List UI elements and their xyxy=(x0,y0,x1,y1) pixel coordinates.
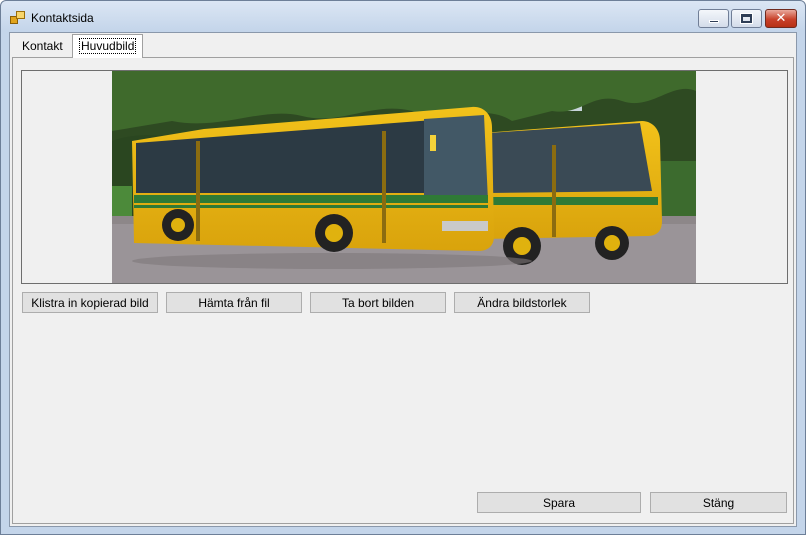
minimize-button[interactable] xyxy=(698,9,729,28)
close-window-button[interactable]: ✕ xyxy=(765,9,797,28)
paste-image-button[interactable]: Klistra in kopierad bild xyxy=(22,292,158,313)
save-button[interactable]: Spara xyxy=(477,492,641,513)
app-icon xyxy=(10,11,26,25)
tab-page-huvudbild: Klistra in kopierad bild Hämta från fil … xyxy=(12,57,794,524)
bus-photo xyxy=(112,71,696,283)
remove-image-button[interactable]: Ta bort bilden xyxy=(310,292,446,313)
tab-huvudbild-label: Huvudbild xyxy=(79,38,137,54)
load-from-file-button[interactable]: Hämta från fil xyxy=(166,292,302,313)
maximize-icon xyxy=(740,13,753,24)
tab-kontakt-label: Kontakt xyxy=(22,39,63,53)
client-area: Kontakt Huvudbild Klistra in kopierad bi… xyxy=(9,32,797,527)
picture-box[interactable] xyxy=(21,70,788,284)
maximize-button[interactable] xyxy=(731,9,762,28)
tab-huvudbild[interactable]: Huvudbild xyxy=(72,34,144,58)
tab-kontakt[interactable]: Kontakt xyxy=(16,36,69,58)
minimize-icon xyxy=(708,20,719,23)
close-icon: ✕ xyxy=(775,11,787,26)
close-button[interactable]: Stäng xyxy=(650,492,787,513)
main-window: Kontaktsida ✕ Kontakt Huvudbild Klistra … xyxy=(0,0,806,535)
window-title: Kontaktsida xyxy=(31,11,94,25)
resize-image-button[interactable]: Ändra bildstorlek xyxy=(454,292,590,313)
title-bar[interactable]: Kontaktsida ✕ xyxy=(1,1,805,33)
